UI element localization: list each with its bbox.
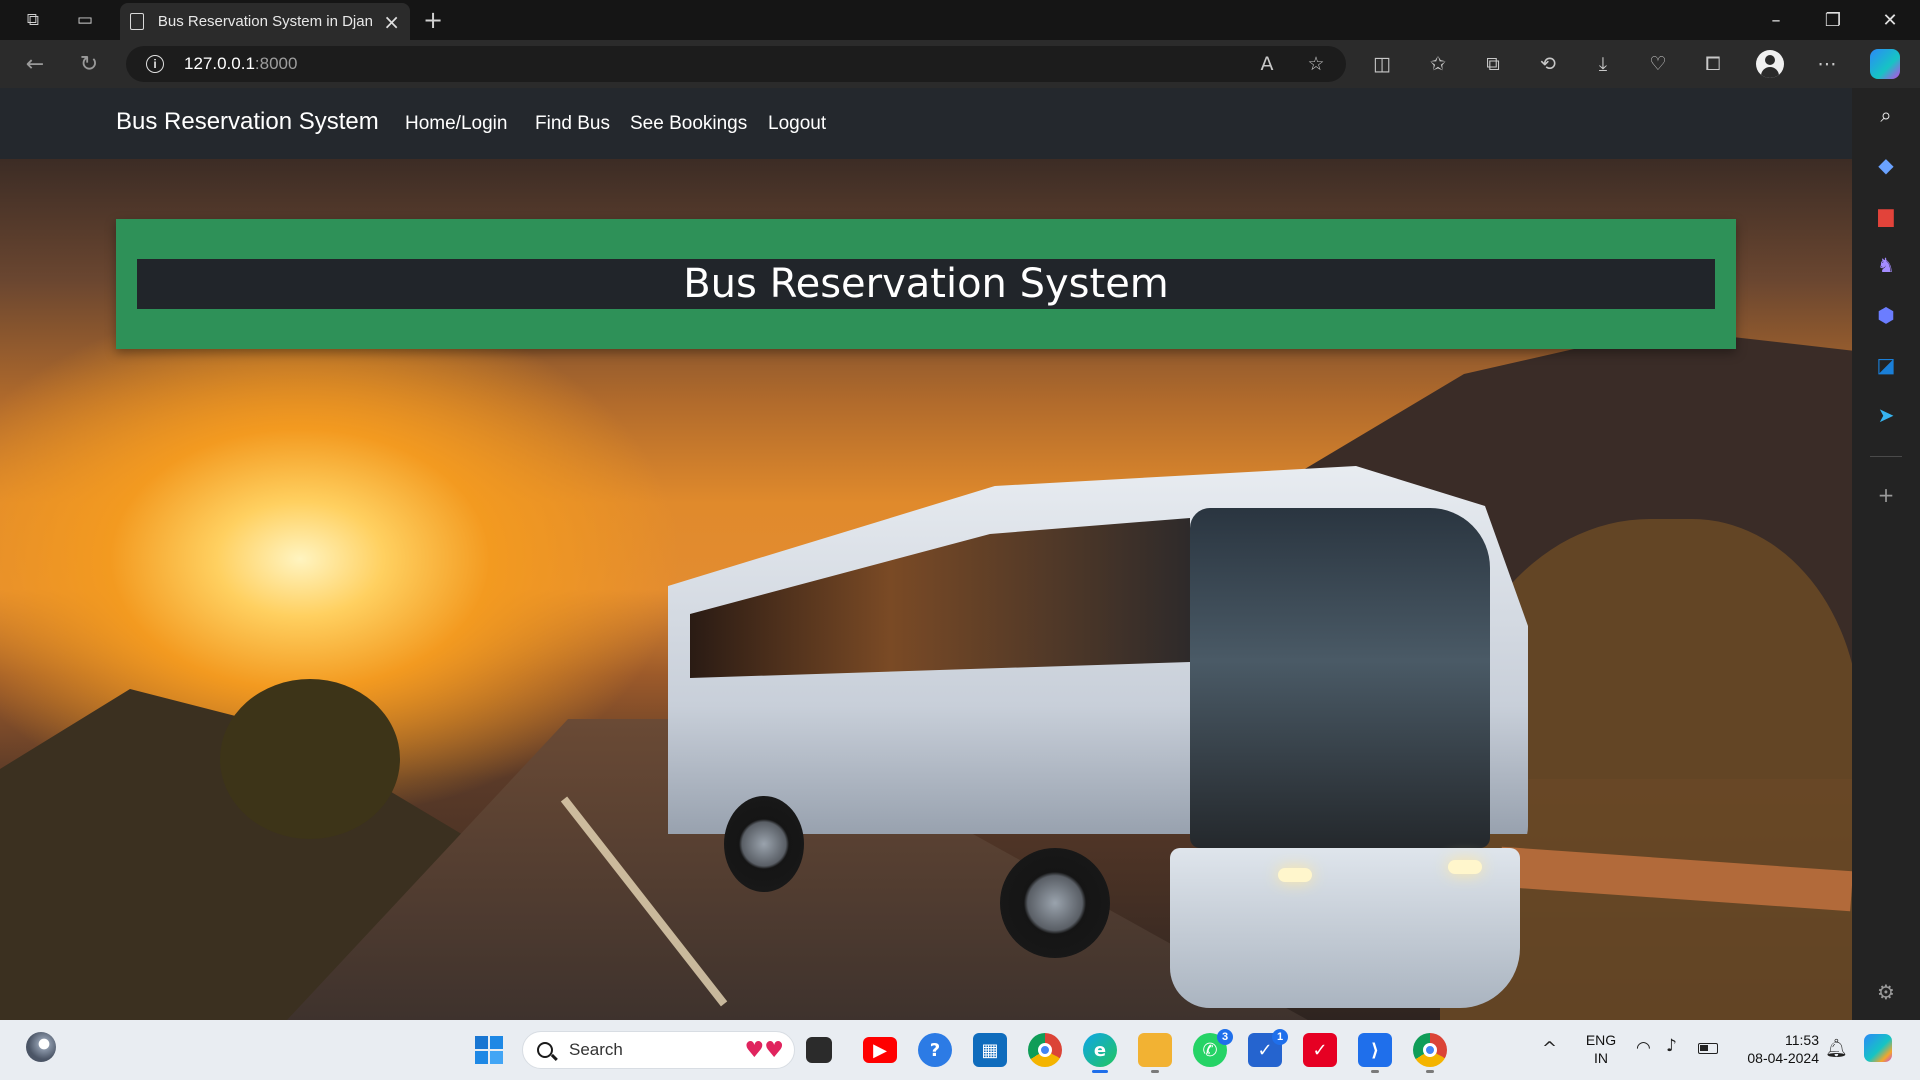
tab-actions-icon[interactable]: ▭ [72, 7, 98, 33]
help-icon[interactable]: ? [918, 1033, 952, 1067]
widgets-icon[interactable] [26, 1032, 56, 1062]
bus-headlight-left [1278, 868, 1312, 882]
downloads-icon[interactable]: ⤓ [1588, 50, 1618, 78]
vscode-icon[interactable]: ⟩ [1358, 1033, 1392, 1073]
file-explorer-icon[interactable] [1138, 1033, 1172, 1073]
chrome-profile-icon[interactable] [1413, 1033, 1447, 1073]
task-view-icon[interactable] [806, 1037, 832, 1063]
restore-icon[interactable]: ❐ [1811, 6, 1855, 34]
todo-badge: 1 [1272, 1029, 1288, 1045]
chrome-icon[interactable] [1028, 1033, 1062, 1067]
performance-icon[interactable]: ♡ [1643, 50, 1673, 78]
tab-title: Bus Reservation System in Djang [157, 13, 374, 30]
history-icon[interactable]: ⟲ [1533, 50, 1563, 78]
edge-icon[interactable]: e [1083, 1033, 1117, 1073]
collections-icon[interactable]: ⧉ [1478, 50, 1508, 78]
nav-find-bus[interactable]: Find Bus [535, 113, 610, 135]
hero-title-bar: Bus Reservation System [137, 259, 1715, 309]
copilot-icon[interactable] [1870, 49, 1900, 79]
navbar-brand[interactable]: Bus Reservation System [116, 108, 379, 136]
search-highlight-icon: ♥♥ [744, 1037, 784, 1063]
document-icon [130, 13, 144, 30]
bus-wheel-rear [724, 796, 804, 892]
pdf-app-icon[interactable]: ✓ [1303, 1033, 1337, 1067]
youtube-icon[interactable]: ▶ [863, 1037, 897, 1063]
language-code: ENG [1585, 1032, 1617, 1048]
minimize-icon[interactable]: – [1754, 6, 1798, 34]
favorite-star-icon[interactable]: ☆ [1301, 50, 1331, 78]
bus-headlight-right [1448, 860, 1482, 874]
nav-home-login[interactable]: Home/Login [405, 113, 507, 135]
extensions-icon[interactable]: ⧠ [1698, 50, 1728, 78]
language-indicator[interactable]: ENG IN [1580, 1031, 1622, 1067]
m365-icon[interactable]: ⬢ [1872, 301, 1900, 329]
sidebar-divider [1870, 456, 1902, 457]
taskbar-search[interactable]: Search ♥♥ [522, 1031, 795, 1069]
site-info-icon[interactable]: i [146, 55, 164, 73]
bus-wheel-front [1000, 848, 1110, 958]
copilot-taskbar-icon[interactable] [1864, 1034, 1892, 1062]
start-icon[interactable] [472, 1033, 506, 1067]
refresh-icon[interactable]: ↻ [74, 50, 104, 78]
shopping-tag-icon[interactable]: ◆ [1872, 151, 1900, 179]
send-icon[interactable]: ➤ [1872, 401, 1900, 429]
clock-time: 11:53 [1785, 1032, 1819, 1048]
back-icon[interactable]: ← [20, 50, 50, 78]
wifi-icon[interactable]: ◠ [1636, 1038, 1651, 1058]
url-host: 127.0.0.1 [184, 54, 255, 73]
tools-briefcase-icon[interactable]: ▆ [1872, 201, 1900, 229]
add-icon[interactable]: + [1872, 481, 1900, 509]
hero-title: Bus Reservation System [683, 261, 1169, 307]
windows-taskbar [0, 1020, 1920, 1080]
nav-see-bookings[interactable]: See Bookings [630, 113, 747, 135]
battery-icon[interactable] [1698, 1043, 1718, 1054]
bus-windshield [1190, 508, 1490, 848]
search-icon[interactable]: ⌕ [1872, 101, 1900, 129]
split-screen-icon[interactable]: ◫ [1367, 50, 1397, 78]
clock[interactable]: 11:53 08-04-2024 [1735, 1031, 1819, 1067]
workspaces-icon[interactable]: ⧉ [20, 7, 46, 33]
whatsapp-icon[interactable]: ✆ 3 [1193, 1029, 1233, 1067]
new-tab-icon[interactable]: + [419, 6, 447, 34]
chevron-up-icon[interactable]: ^ [1542, 1038, 1557, 1059]
volume-icon[interactable]: ♪ [1666, 1036, 1677, 1056]
more-menu-icon[interactable]: ⋯ [1812, 50, 1842, 78]
profile-avatar[interactable] [1756, 50, 1784, 78]
settings-gear-icon[interactable]: ⚙ [1872, 978, 1900, 1006]
whatsapp-badge: 3 [1217, 1029, 1233, 1045]
url-port: :8000 [254, 54, 298, 73]
nav-logout[interactable]: Logout [768, 113, 826, 135]
close-window-icon[interactable]: ✕ [1868, 6, 1912, 34]
games-icon[interactable]: ♞ [1872, 251, 1900, 279]
browser-tab-active[interactable]: Bus Reservation System in Djang × [120, 3, 410, 40]
close-icon[interactable]: × [383, 10, 400, 34]
outlook-icon[interactable]: ◪ [1872, 351, 1900, 379]
notification-bell-icon[interactable]: 🔔︎ [1825, 1038, 1848, 1059]
store-icon[interactable]: ▦ [973, 1033, 1007, 1067]
region-code: IN [1594, 1050, 1608, 1066]
address-bar[interactable]: i 127.0.0.1:8000 [126, 46, 1346, 82]
search-icon [537, 1042, 553, 1058]
todo-icon[interactable]: ✓ 1 [1248, 1029, 1288, 1067]
search-label: Search [569, 1040, 623, 1059]
read-aloud-icon[interactable]: A [1252, 50, 1282, 78]
clock-date: 08-04-2024 [1747, 1050, 1819, 1066]
favorites-icon[interactable]: ✩ [1423, 50, 1453, 78]
